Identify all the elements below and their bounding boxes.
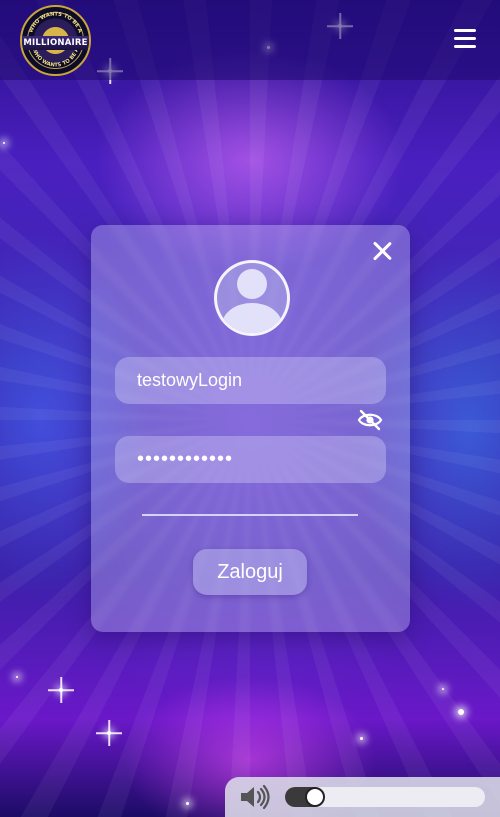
- avatar-head: [237, 269, 267, 299]
- avatar-body: [222, 303, 282, 333]
- logo-top-arc: WHO WANTS TO BE A: [28, 11, 83, 33]
- hamburger-line: [454, 45, 476, 48]
- star-decoration: [16, 676, 18, 678]
- svg-text:WHO WANTS TO BE A: WHO WANTS TO BE A: [28, 11, 83, 33]
- volume-slider-thumb[interactable]: [305, 787, 325, 807]
- hamburger-line: [454, 37, 476, 40]
- login-button[interactable]: Zaloguj: [193, 549, 307, 595]
- millionaire-logo[interactable]: WHO WANTS TO BE A WHO WANTS TO BE A MILL…: [20, 5, 91, 76]
- hamburger-line: [454, 29, 476, 32]
- star-decoration: [442, 688, 444, 690]
- eye-slash-icon[interactable]: [357, 409, 383, 431]
- login-input[interactable]: [115, 357, 386, 404]
- star-decoration: [3, 142, 5, 144]
- logo-title: MILLIONAIRE: [22, 36, 89, 50]
- svg-text:WHO WANTS TO BE A: WHO WANTS TO BE A: [31, 47, 81, 68]
- audio-control-bar: [225, 777, 500, 817]
- volume-slider[interactable]: [285, 787, 485, 807]
- star-decoration: [107, 731, 111, 735]
- logo-bottom-arc: WHO WANTS TO BE A: [31, 47, 81, 68]
- login-card: Zaloguj: [91, 225, 410, 632]
- close-icon[interactable]: [372, 241, 392, 261]
- form-divider: [142, 514, 358, 516]
- star-decoration: [360, 737, 363, 740]
- user-avatar-icon: [214, 260, 290, 336]
- star-decoration: [186, 802, 189, 805]
- password-input[interactable]: [115, 436, 386, 483]
- hamburger-menu-icon[interactable]: [454, 29, 476, 50]
- top-bar: WHO WANTS TO BE A WHO WANTS TO BE A MILL…: [0, 0, 500, 80]
- star-decoration: [59, 688, 63, 692]
- speaker-volume-icon[interactable]: [239, 785, 273, 809]
- star-decoration: [458, 709, 464, 715]
